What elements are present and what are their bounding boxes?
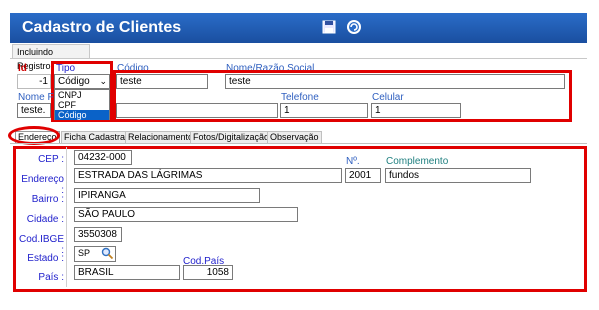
pais-field[interactable]: BRASIL <box>74 265 180 280</box>
refresh-icon[interactable] <box>345 18 363 36</box>
codigo-field[interactable]: teste <box>116 74 208 89</box>
estado-label: Estado : <box>27 253 64 264</box>
tipo-option-codigo[interactable]: Código <box>55 110 109 120</box>
tab-fotos-digitalizacao[interactable]: Fotos/Digitalização <box>190 131 273 143</box>
id-label: Id <box>18 63 27 74</box>
numero-field[interactable]: 2001 <box>345 168 381 183</box>
id-field: -1 <box>17 74 51 89</box>
tab-panel-border <box>10 143 587 144</box>
nome-field[interactable]: teste <box>225 74 565 89</box>
window-title: Cadastro de Clientes <box>22 19 182 36</box>
tab-observacao[interactable]: Observação <box>267 131 322 143</box>
telefone-label: Telefone <box>281 92 319 103</box>
bairro-label: Bairro : <box>31 194 64 205</box>
endereco-label: Endereço : <box>21 174 64 196</box>
mode-tab: Incluindo Registro <box>12 44 90 71</box>
tipo-option-cnpj[interactable]: CNPJ <box>55 90 109 100</box>
chevron-down-icon[interactable]: ⌄ <box>99 75 107 88</box>
cep-field[interactable]: 04232-000 <box>74 150 132 165</box>
search-icon[interactable] <box>101 247 114 261</box>
cod-pais-field[interactable]: 1058 <box>183 265 233 280</box>
telefone-field[interactable]: 1 <box>280 103 368 118</box>
cidade-field[interactable]: SÃO PAULO <box>74 207 298 222</box>
tab-ficha-cadastral[interactable]: Ficha Cadastral <box>61 131 131 143</box>
estado-field[interactable]: SP <box>74 246 116 262</box>
celular-label: Celular <box>372 92 404 103</box>
tipo-selected-value: Código <box>58 76 90 87</box>
ibge-field[interactable]: 3550308 <box>74 227 122 242</box>
estado-value: SP <box>78 248 91 258</box>
divider <box>10 58 587 59</box>
cep-label: CEP : <box>38 154 64 165</box>
bairro-field[interactable]: IPIRANGA <box>74 188 260 203</box>
celular-field[interactable]: 1 <box>371 103 461 118</box>
numero-label: Nº. <box>346 156 360 167</box>
cidade-label: Cidade : <box>26 214 64 225</box>
tipo-option-cpf[interactable]: CPF <box>55 100 109 110</box>
floppy-icon[interactable] <box>320 18 338 36</box>
label-separator <box>66 147 67 287</box>
endereco-field[interactable]: ESTRADA DAS LÁGRIMAS <box>74 168 342 183</box>
pais-label: País : <box>38 272 64 283</box>
tipo-select[interactable]: Código ⌄ <box>54 74 110 89</box>
tipo-dropdown-list[interactable]: CNPJ CPF Código <box>54 89 110 120</box>
nome-fantasia-label: Nome F <box>18 92 54 103</box>
tab-relacionamento[interactable]: Relacionamento <box>125 131 197 143</box>
complemento-label: Complemento <box>386 156 449 167</box>
window-titlebar: Cadastro de Clientes <box>10 13 587 43</box>
complemento-field[interactable]: fundos <box>385 168 531 183</box>
nome-fantasia-field[interactable]: teste. <box>17 103 51 118</box>
nome-fantasia-field-cont[interactable] <box>116 103 278 118</box>
